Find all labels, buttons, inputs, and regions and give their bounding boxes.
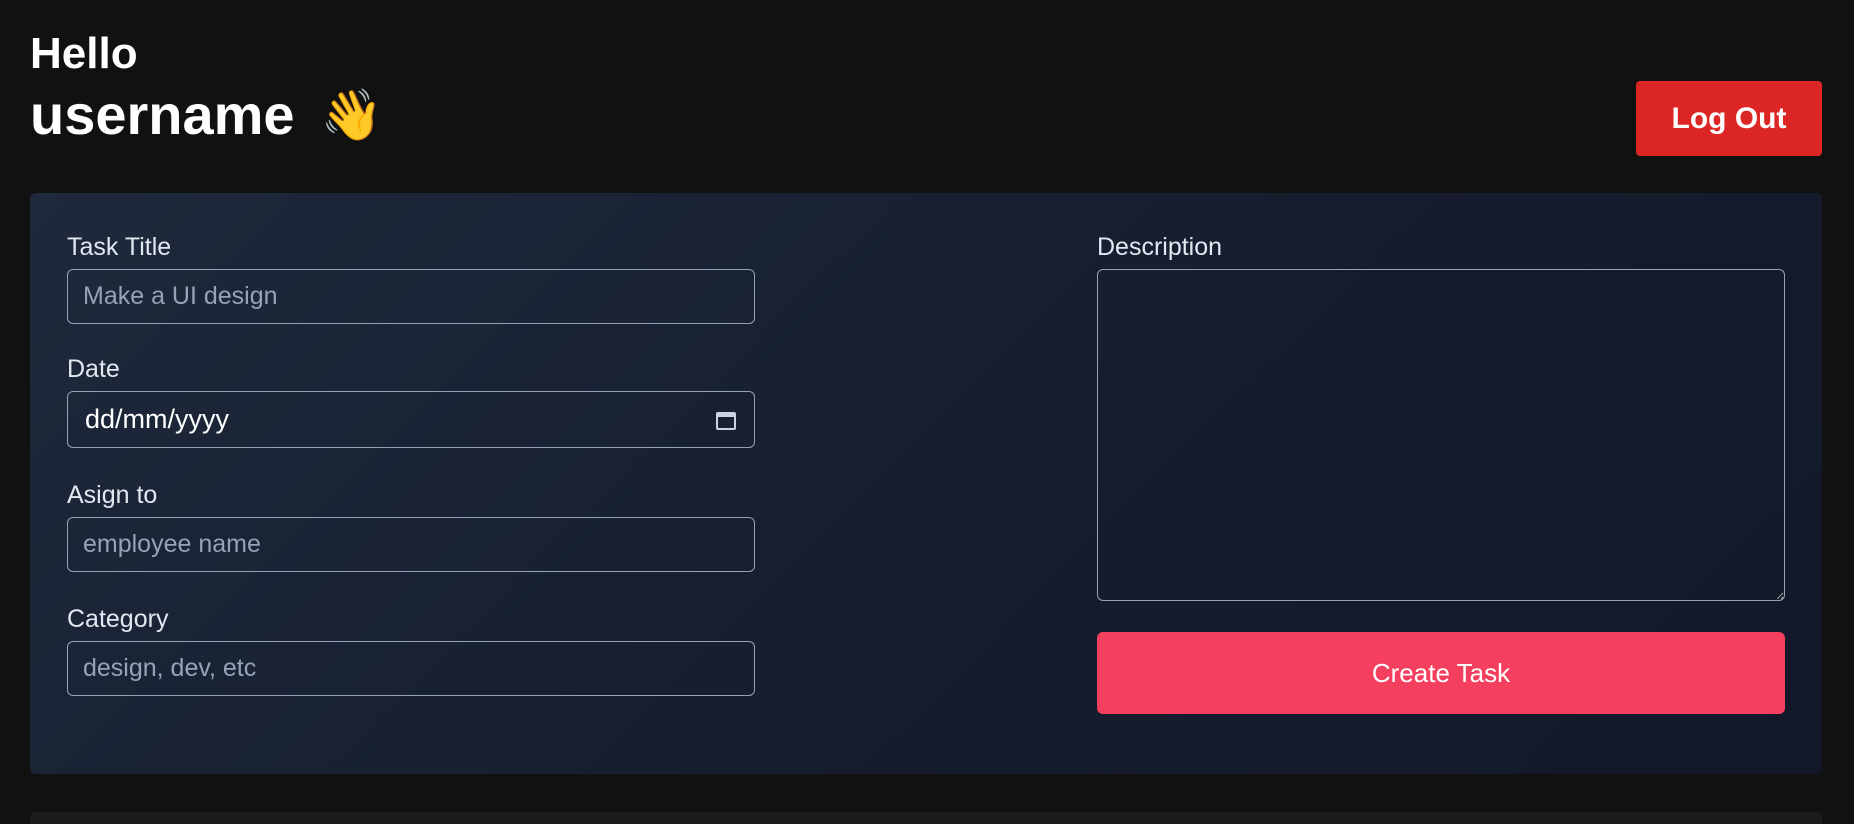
- calendar-icon[interactable]: [715, 409, 737, 431]
- task-title-field: Task Title: [67, 233, 755, 324]
- logout-button[interactable]: Log Out: [1636, 81, 1822, 156]
- assign-to-label: Asign to: [67, 481, 158, 509]
- create-task-button[interactable]: Create Task: [1097, 632, 1785, 714]
- category-label: Category: [67, 605, 169, 633]
- greeting-text: Hello: [30, 29, 138, 78]
- assign-to-field: Asign to: [67, 481, 755, 572]
- category-input[interactable]: [67, 641, 755, 696]
- assign-to-input[interactable]: [67, 517, 755, 572]
- task-title-label: Task Title: [67, 233, 172, 261]
- left-column: Task Title Date dd/mm/yyyy Asign to Cate…: [67, 233, 755, 696]
- date-field: Date dd/mm/yyyy: [67, 355, 755, 448]
- waving-hand-icon: 👋: [320, 87, 383, 144]
- username-line: username 👋: [30, 84, 1822, 146]
- description-label: Description: [1097, 233, 1223, 261]
- header: Hello username 👋 Log Out: [30, 29, 1822, 160]
- create-task-panel: Task Title Date dd/mm/yyyy Asign to Cate…: [30, 193, 1822, 774]
- date-input[interactable]: dd/mm/yyyy: [67, 391, 755, 448]
- right-column: Description Create Task: [1097, 233, 1785, 714]
- task-title-input[interactable]: [67, 269, 755, 324]
- date-input-text: dd/mm/yyyy: [85, 404, 230, 434]
- username: username: [30, 83, 295, 147]
- description-textarea[interactable]: [1097, 269, 1785, 601]
- date-label: Date: [67, 355, 120, 383]
- category-field: Category: [67, 605, 755, 696]
- task-list-panel: [30, 812, 1822, 824]
